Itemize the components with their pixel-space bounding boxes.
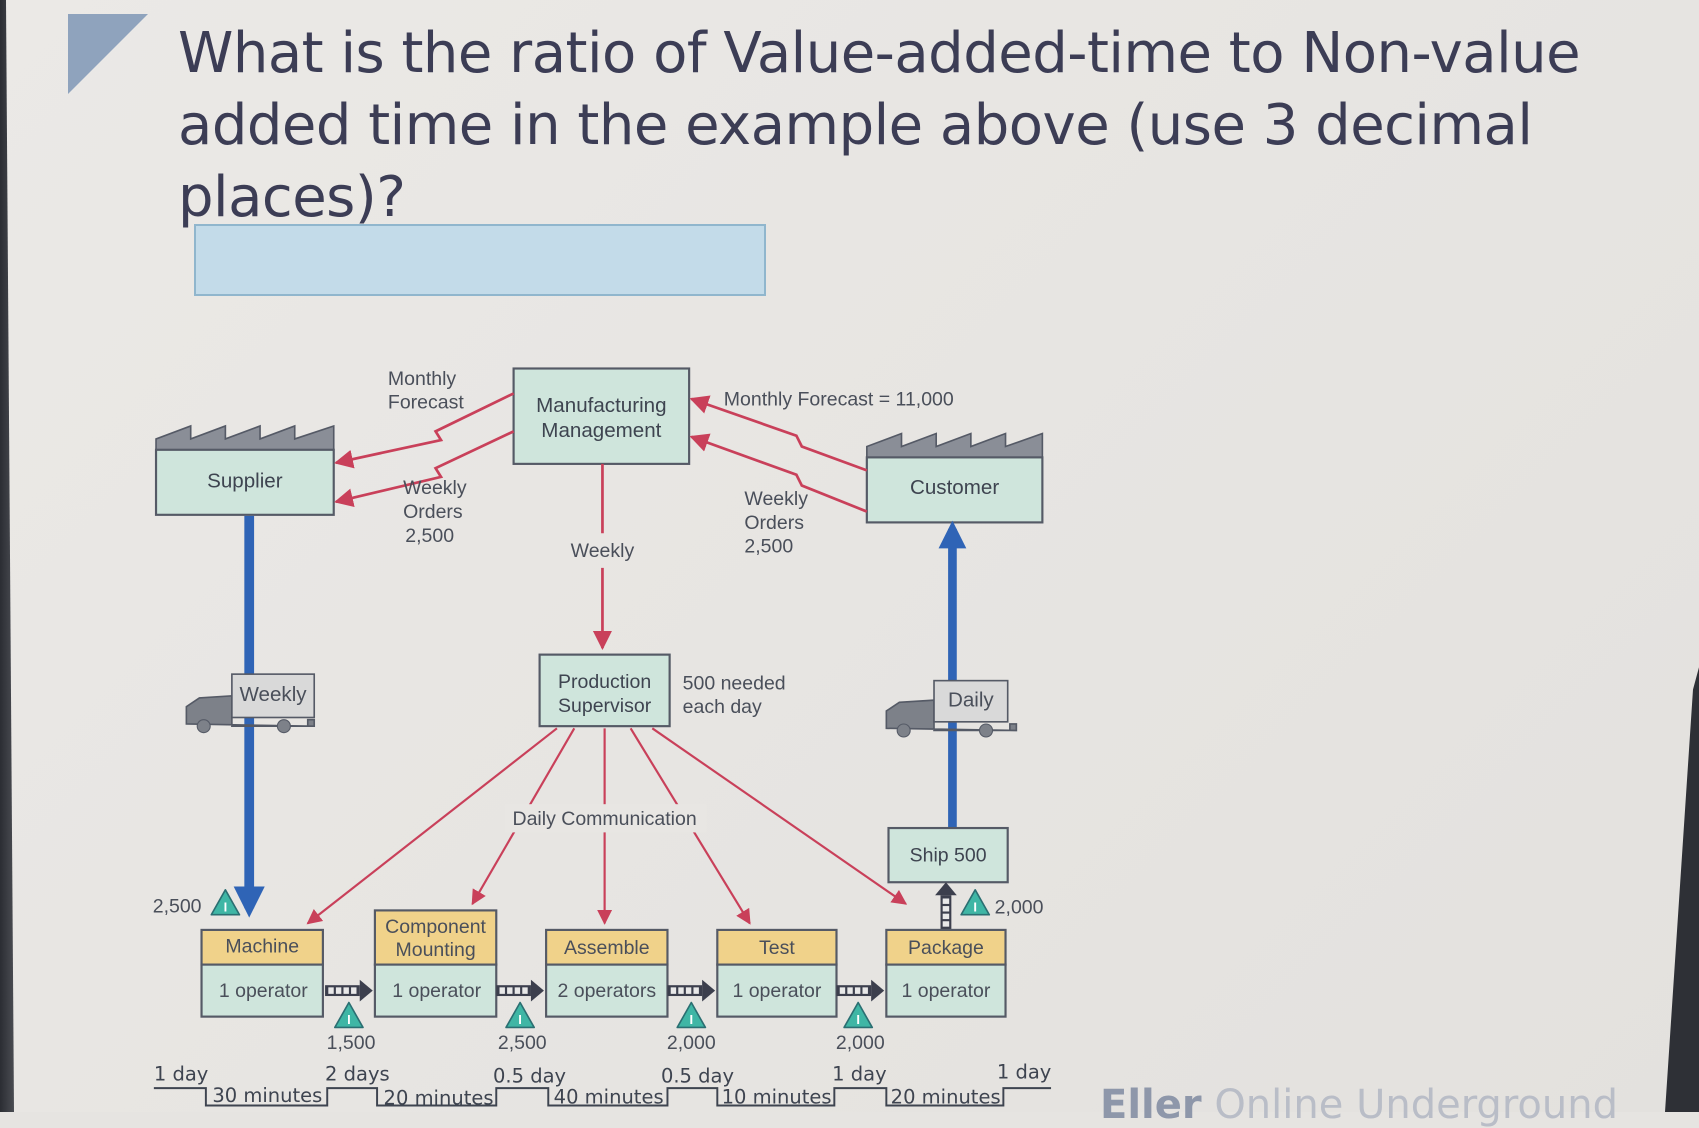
customer-forecast-label: Monthly Forecast = 11,000 bbox=[724, 388, 954, 410]
daily-need-label: 500 needed bbox=[683, 672, 786, 694]
weekly-orders-right-label-2: Orders bbox=[744, 512, 804, 534]
footer-brand-rest: Online Underground bbox=[1201, 1082, 1618, 1128]
footer-brand-bold: Eller bbox=[1100, 1082, 1202, 1128]
process-operators: 1 operator bbox=[219, 980, 308, 1002]
push-arrow-icon bbox=[836, 979, 885, 1002]
process-name: Package bbox=[908, 937, 984, 959]
wait-time: 0.5 day bbox=[661, 1065, 734, 1088]
process-package: Package 1 operator bbox=[885, 928, 1007, 1018]
process-test: Test 1 operator bbox=[716, 928, 838, 1018]
value-stream-map: I Supplier Customer Manufacturing Manage… bbox=[153, 367, 1051, 1109]
monthly-forecast-label-2: Forecast bbox=[388, 392, 464, 414]
daily-communication-label: Daily Communication bbox=[513, 808, 697, 830]
weekly-orders-left-label: Weekly bbox=[403, 477, 467, 499]
push-arrow-icon bbox=[325, 979, 373, 1002]
ship-box: Ship 500 bbox=[887, 826, 1009, 884]
inventory-qty: 2,500 bbox=[498, 1032, 547, 1054]
daily-truck-label: Daily bbox=[948, 689, 994, 712]
inventory-qty: 2,000 bbox=[667, 1032, 716, 1054]
process-component-mounting: Component Mounting 1 operator bbox=[373, 909, 498, 1018]
production-supervisor-label: Production bbox=[558, 671, 651, 693]
process-name: Component bbox=[385, 916, 486, 938]
inventory-triangle-icon bbox=[334, 1001, 364, 1029]
production-supervisor-label-2: Supervisor bbox=[558, 695, 652, 717]
process-assemble: Assemble 2 operators bbox=[545, 928, 669, 1018]
process-operators: 1 operator bbox=[901, 980, 990, 1002]
manufacturing-management-label: Manufacturing bbox=[536, 394, 666, 417]
process-time: 40 minutes bbox=[554, 1085, 664, 1108]
process-operators: 1 operator bbox=[392, 980, 481, 1002]
push-arrow-icon bbox=[935, 882, 957, 930]
factory-icon bbox=[155, 424, 335, 451]
daily-need-label-2: each day bbox=[683, 696, 762, 718]
push-arrow-icon bbox=[496, 979, 544, 1002]
process-operators: 2 operators bbox=[557, 980, 656, 1002]
inventory-triangle-icon bbox=[960, 889, 991, 916]
process-name: Assemble bbox=[564, 937, 650, 959]
weekly-orders-right-label: Weekly bbox=[744, 488, 808, 510]
push-arrow-icon bbox=[667, 979, 716, 1002]
inventory-triangle-icon bbox=[676, 1001, 707, 1029]
inventory-triangle-icon bbox=[210, 889, 241, 916]
wait-time: 2 days bbox=[325, 1063, 390, 1086]
process-name-2: Mounting bbox=[395, 939, 475, 961]
weekly-orders-left-label-2: Orders bbox=[403, 501, 463, 523]
supplier-factory: Supplier bbox=[154, 424, 335, 516]
manufacturing-management-label-2: Management bbox=[541, 419, 661, 442]
process-time: 20 minutes bbox=[891, 1085, 1001, 1108]
production-supervisor-box: Production Supervisor bbox=[538, 653, 671, 728]
ship-label: Ship 500 bbox=[910, 845, 987, 867]
wait-time: 0.5 day bbox=[493, 1065, 566, 1088]
weekly-truck-label: Weekly bbox=[240, 683, 308, 706]
weekly-orders-left-qty: 2,500 bbox=[405, 525, 454, 547]
manufacturing-management-box: Manufacturing Management bbox=[512, 367, 691, 465]
inventory-qty: 1,500 bbox=[327, 1032, 376, 1054]
wait-time: 1 day bbox=[154, 1063, 208, 1086]
inventory-triangle-icon bbox=[505, 1001, 536, 1029]
weekly-schedule-label: Weekly bbox=[571, 540, 635, 562]
inventory-triangle-icon bbox=[843, 1001, 874, 1029]
process-time: 30 minutes bbox=[212, 1084, 322, 1107]
inventory-qty: 2,000 bbox=[836, 1032, 885, 1054]
factory-icon bbox=[866, 432, 1044, 459]
monthly-forecast-label: Monthly bbox=[388, 368, 457, 390]
footer-brand: Eller Online Underground bbox=[1100, 1082, 1618, 1128]
inventory-qty: 2,500 bbox=[153, 896, 202, 918]
process-machine: Machine 1 operator bbox=[200, 928, 324, 1018]
customer-label: Customer bbox=[910, 476, 999, 499]
customer-factory: Customer bbox=[865, 432, 1044, 524]
wait-time: 1 day bbox=[832, 1063, 886, 1086]
process-operators: 1 operator bbox=[732, 980, 821, 1002]
process-time: 20 minutes bbox=[384, 1086, 494, 1109]
weekly-orders-right-qty: 2,500 bbox=[744, 536, 793, 558]
wait-time: 1 day bbox=[997, 1060, 1051, 1083]
inventory-qty: 2,000 bbox=[995, 897, 1044, 919]
process-name: Machine bbox=[225, 936, 299, 958]
supplier-label: Supplier bbox=[207, 470, 283, 493]
process-time: 10 minutes bbox=[722, 1085, 832, 1108]
process-name: Test bbox=[759, 937, 795, 959]
